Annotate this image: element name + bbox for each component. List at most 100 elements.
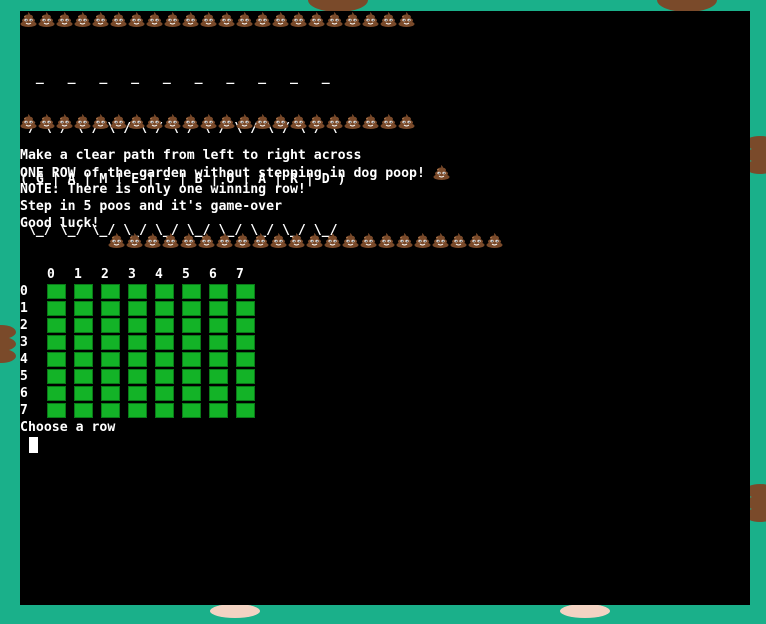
board-cell-7-6[interactable] <box>209 403 228 418</box>
board-cell-0-2[interactable] <box>101 284 120 299</box>
board-cell-1-6[interactable] <box>209 301 228 316</box>
poo-icon <box>182 11 200 27</box>
board-cell-6-5[interactable] <box>182 386 201 401</box>
board-cell-0-1[interactable] <box>74 284 93 299</box>
poo-icon <box>433 164 451 180</box>
column-label-2: 2 <box>101 267 109 282</box>
board-cell-3-3[interactable] <box>128 335 147 350</box>
board-cell-4-2[interactable] <box>101 352 120 367</box>
board-cell-1-2[interactable] <box>101 301 120 316</box>
board-cell-5-4[interactable] <box>155 369 174 384</box>
column-label-7: 7 <box>236 267 244 282</box>
board-cell-5-2[interactable] <box>101 369 120 384</box>
board-cell-4-5[interactable] <box>182 352 201 367</box>
board-cell-6-1[interactable] <box>74 386 93 401</box>
board-cell-2-6[interactable] <box>209 318 228 333</box>
board-cell-7-0[interactable] <box>47 403 66 418</box>
poo-icon <box>92 113 110 129</box>
board-cell-7-4[interactable] <box>155 403 174 418</box>
poo-icon <box>108 232 126 248</box>
poo-icon <box>74 113 92 129</box>
row-label-3: 3 <box>20 335 28 350</box>
board-cell-1-3[interactable] <box>128 301 147 316</box>
board-cell-3-2[interactable] <box>101 335 120 350</box>
board-cell-0-0[interactable] <box>47 284 66 299</box>
board-cell-3-5[interactable] <box>182 335 201 350</box>
poo-icon <box>110 11 128 27</box>
board-cell-7-2[interactable] <box>101 403 120 418</box>
text-cursor[interactable] <box>29 437 38 453</box>
board-cell-7-3[interactable] <box>128 403 147 418</box>
column-label-4: 4 <box>155 267 163 282</box>
board-cell-0-3[interactable] <box>128 284 147 299</box>
board-cell-2-0[interactable] <box>47 318 66 333</box>
board-cell-2-1[interactable] <box>74 318 93 333</box>
poo-icon <box>344 11 362 27</box>
board-cell-4-7[interactable] <box>236 352 255 367</box>
column-label-3: 3 <box>128 267 136 282</box>
board-cell-6-3[interactable] <box>128 386 147 401</box>
board-cell-6-4[interactable] <box>155 386 174 401</box>
poo-divider-top <box>20 11 416 28</box>
board-cell-1-7[interactable] <box>236 301 255 316</box>
board-cell-7-5[interactable] <box>182 403 201 418</box>
poo-icon <box>486 232 504 248</box>
board-cell-0-5[interactable] <box>182 284 201 299</box>
poo-icon <box>254 11 272 27</box>
board-cell-4-0[interactable] <box>47 352 66 367</box>
instruction-line-5: Good luck! <box>20 216 100 231</box>
poo-icon <box>182 113 200 129</box>
poo-icon <box>128 11 146 27</box>
board-cell-2-3[interactable] <box>128 318 147 333</box>
poo-icon <box>128 113 146 129</box>
board-cell-6-0[interactable] <box>47 386 66 401</box>
board-cell-4-4[interactable] <box>155 352 174 367</box>
column-label-0: 0 <box>47 267 55 282</box>
poo-icon <box>288 232 306 248</box>
board-cell-3-7[interactable] <box>236 335 255 350</box>
board-cell-3-1[interactable] <box>74 335 93 350</box>
board-cell-1-1[interactable] <box>74 301 93 316</box>
board-cell-4-1[interactable] <box>74 352 93 367</box>
terminal-window[interactable]: _ _ _ _ _ _ _ _ _ _ / \ / \ / \ / \ / \ … <box>20 11 750 605</box>
board-cell-5-1[interactable] <box>74 369 93 384</box>
board-cell-5-6[interactable] <box>209 369 228 384</box>
board-cell-6-6[interactable] <box>209 386 228 401</box>
board-cell-6-7[interactable] <box>236 386 255 401</box>
board-cell-2-7[interactable] <box>236 318 255 333</box>
poo-icon <box>162 232 180 248</box>
board-cell-0-7[interactable] <box>236 284 255 299</box>
row-label-1: 1 <box>20 301 28 316</box>
poo-icon <box>110 113 128 129</box>
poo-divider-middle <box>20 113 416 130</box>
board-cell-5-0[interactable] <box>47 369 66 384</box>
instruction-line-4: Step in 5 poos and it's game-over <box>20 199 283 214</box>
poo-icon <box>38 113 56 129</box>
board-cell-3-4[interactable] <box>155 335 174 350</box>
board-cell-4-3[interactable] <box>128 352 147 367</box>
poo-icon <box>378 232 396 248</box>
board-cell-2-4[interactable] <box>155 318 174 333</box>
instruction-line-2-text: ONE ROW of the garden without stepping i… <box>20 166 433 181</box>
board-cell-3-0[interactable] <box>47 335 66 350</box>
board-cell-1-0[interactable] <box>47 301 66 316</box>
board-cell-2-5[interactable] <box>182 318 201 333</box>
board-cell-7-7[interactable] <box>236 403 255 418</box>
board-cell-0-6[interactable] <box>209 284 228 299</box>
board-cell-6-2[interactable] <box>101 386 120 401</box>
board-cell-5-5[interactable] <box>182 369 201 384</box>
board-cell-3-6[interactable] <box>209 335 228 350</box>
poo-icon <box>272 113 290 129</box>
board-cell-2-2[interactable] <box>101 318 120 333</box>
poo-icon <box>216 232 234 248</box>
board-cell-1-4[interactable] <box>155 301 174 316</box>
board-cell-1-5[interactable] <box>182 301 201 316</box>
poo-icon <box>92 11 110 27</box>
board-cell-7-1[interactable] <box>74 403 93 418</box>
poo-icon <box>56 11 74 27</box>
board-cell-4-6[interactable] <box>209 352 228 367</box>
poo-divider-bottom <box>108 232 504 249</box>
board-cell-0-4[interactable] <box>155 284 174 299</box>
board-cell-5-3[interactable] <box>128 369 147 384</box>
board-cell-5-7[interactable] <box>236 369 255 384</box>
